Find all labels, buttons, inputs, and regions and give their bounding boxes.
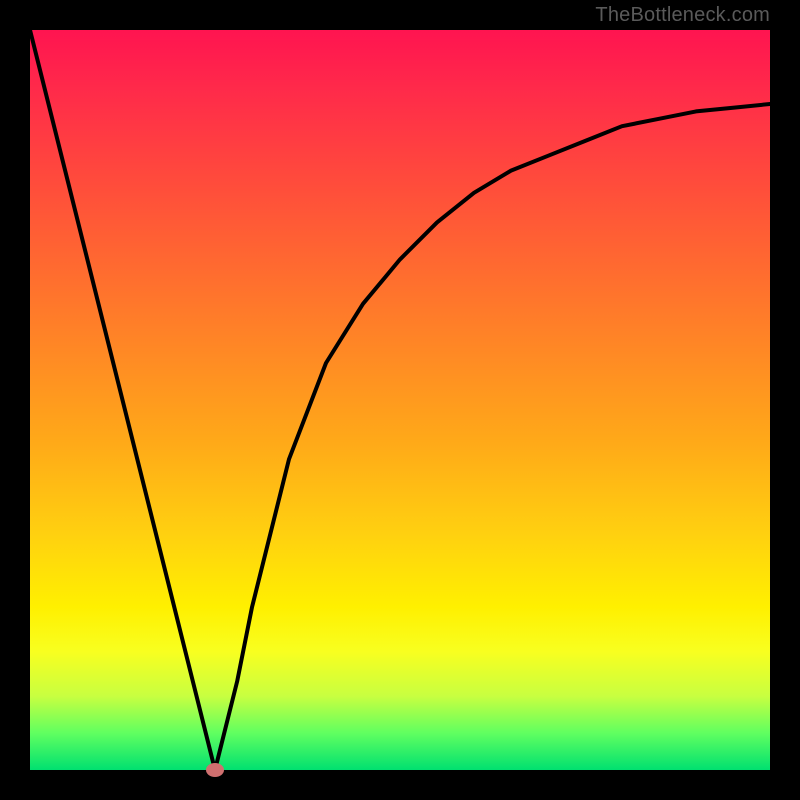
optimum-marker <box>206 763 224 777</box>
curve-svg <box>30 30 770 770</box>
bottleneck-curve <box>30 30 770 770</box>
plot-area <box>30 30 770 770</box>
watermark-label: TheBottleneck.com <box>595 4 770 27</box>
chart-frame: TheBottleneck.com <box>0 0 800 800</box>
